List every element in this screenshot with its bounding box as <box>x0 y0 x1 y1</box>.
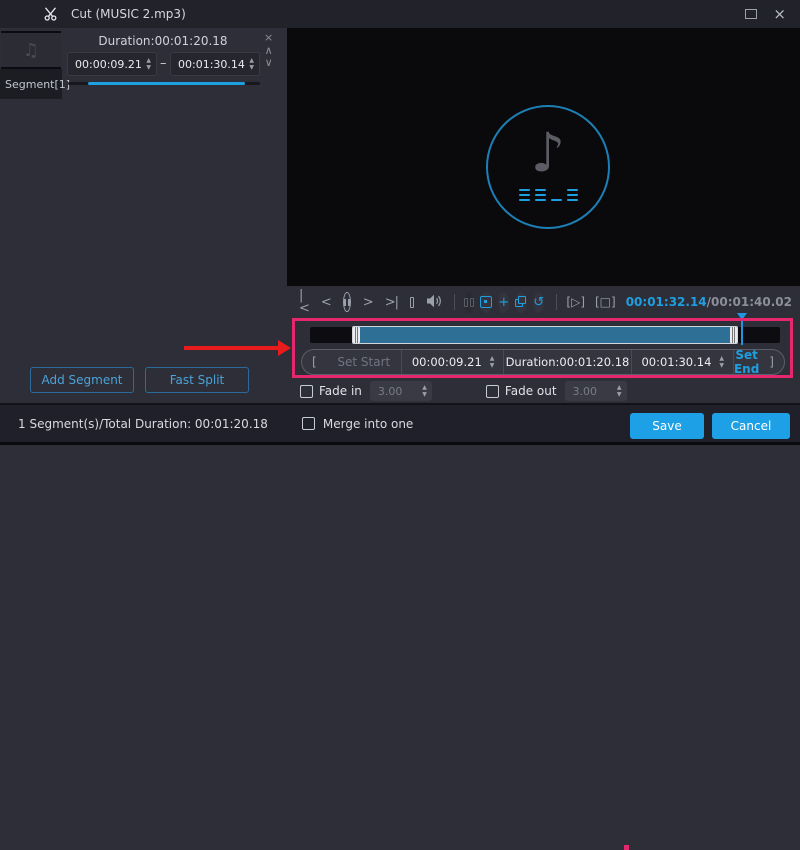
snapshot-icon <box>480 296 493 308</box>
step-forward-icon[interactable]: > <box>363 296 374 309</box>
total-time: /00:01:40.02 <box>706 295 792 309</box>
scissors-icon <box>44 7 59 21</box>
stop-button[interactable] <box>409 296 415 308</box>
spinner-up-icon[interactable]: ▲ <box>617 384 622 391</box>
copy-button[interactable] <box>515 291 528 313</box>
music-notes-icon: ♫ <box>22 39 40 61</box>
segment-start-input[interactable]: 00:00:09.21 ▲ ▼ <box>67 52 157 76</box>
annotation-tick <box>624 845 629 850</box>
spinner-down-icon[interactable]: ▼ <box>249 64 254 71</box>
spinner-down-icon[interactable]: ▼ <box>422 391 427 398</box>
segment-label: Segment[1] <box>5 78 71 91</box>
segment-end-spinner[interactable]: ▲ ▼ <box>249 57 259 71</box>
range-dash: – <box>160 56 167 71</box>
add-segment-button[interactable]: Add Segment <box>30 367 134 393</box>
plus-icon: + <box>498 294 510 310</box>
stop-segment-icon[interactable]: [□] <box>595 295 616 309</box>
title-bar: Cut (MUSIC 2.mp3) × <box>0 0 800 28</box>
fade-out-value[interactable]: 3.00 <box>565 385 617 398</box>
cancel-button[interactable]: Cancel <box>712 413 790 439</box>
spinner-up-icon[interactable]: ▲ <box>249 57 254 64</box>
window-title: Cut (MUSIC 2.mp3) <box>71 7 186 21</box>
cut-dialog: Cut (MUSIC 2.mp3) × ♫ Segment[1] Duratio… <box>0 0 800 850</box>
preview-area: ♪ <box>287 28 800 286</box>
fade-out-label: Fade out <box>504 384 557 398</box>
close-button[interactable]: × <box>773 6 786 22</box>
equalizer-bars <box>488 189 608 201</box>
reset-icon: ↺ <box>533 294 545 310</box>
split-icon <box>464 297 475 307</box>
fade-in-label: Fade in <box>319 384 362 398</box>
merge-label: Merge into one <box>322 416 414 431</box>
fast-split-button[interactable]: Fast Split <box>145 367 249 393</box>
segment-end-input[interactable]: 00:01:30.14 ▲ ▼ <box>170 52 260 76</box>
segment-duration: Duration:00:01:20.18 <box>98 34 228 48</box>
fade-in-input[interactable]: 3.00 ▲ ▼ <box>369 381 432 401</box>
segment-start-value[interactable]: 00:00:09.21 <box>68 58 146 71</box>
spinner-up-icon[interactable]: ▲ <box>146 57 151 64</box>
spinner-down-icon[interactable]: ▼ <box>617 391 622 398</box>
audio-visualizer-circle: ♪ <box>486 105 610 229</box>
delete-segment-icon[interactable]: × <box>264 31 273 45</box>
footer-bar: 1 Segment(s)/Total Duration: 00:01:20.18… <box>0 403 800 850</box>
snapshot-button[interactable] <box>480 291 493 313</box>
play-segment-icon[interactable]: [▷] <box>566 295 585 309</box>
pause-button[interactable] <box>342 292 351 312</box>
current-time: 00:01:32.14 <box>625 295 707 309</box>
copy-icon <box>515 296 527 308</box>
segment-status: 1 Segment(s)/Total Duration: 00:01:20.18 <box>18 416 268 431</box>
reset-button[interactable]: ↺ <box>533 291 545 313</box>
spinner-down-icon[interactable]: ▼ <box>146 64 151 71</box>
skip-to-end-icon[interactable]: >| <box>385 296 399 309</box>
annotation-arrow <box>184 340 291 356</box>
volume-icon[interactable] <box>426 293 442 312</box>
music-note-icon: ♪ <box>530 121 566 184</box>
segment-progress-track[interactable] <box>68 82 260 85</box>
segment-thumbnail[interactable]: ♫ <box>1 31 61 69</box>
fade-options: Fade in 3.00 ▲ ▼ Fade out 3.00 ▲ ▼ <box>287 378 800 404</box>
segment-start-spinner[interactable]: ▲ ▼ <box>146 57 156 71</box>
fade-in-checkbox[interactable] <box>300 384 313 398</box>
skip-to-start-icon[interactable]: |< <box>299 289 310 315</box>
fade-out-input[interactable]: 3.00 ▲ ▼ <box>564 381 627 401</box>
fade-in-spinner[interactable]: ▲ ▼ <box>422 384 432 398</box>
save-button[interactable]: Save <box>630 413 704 439</box>
maximize-button[interactable] <box>745 9 758 19</box>
fade-out-checkbox[interactable] <box>485 384 499 398</box>
playback-time: 00:01:32.14/00:01:40.02 <box>626 295 800 309</box>
merge-checkbox[interactable] <box>301 417 315 430</box>
add-button[interactable]: + <box>498 291 510 313</box>
annotation-highlight-box <box>292 318 793 378</box>
spinner-up-icon[interactable]: ▲ <box>422 384 427 391</box>
step-back-icon[interactable]: < <box>321 296 332 309</box>
segment-progress-fill <box>88 82 245 85</box>
fade-in-value[interactable]: 3.00 <box>370 385 422 398</box>
segment-end-value[interactable]: 00:01:30.14 <box>171 58 249 71</box>
fade-out-spinner[interactable]: ▲ ▼ <box>617 384 627 398</box>
move-down-icon[interactable]: ∨ <box>265 57 273 70</box>
split-button[interactable] <box>464 291 475 313</box>
transport-bar: |< < > >| + ↺ [▷] [□] 00:01:32.14/00:01:… <box>287 286 800 318</box>
